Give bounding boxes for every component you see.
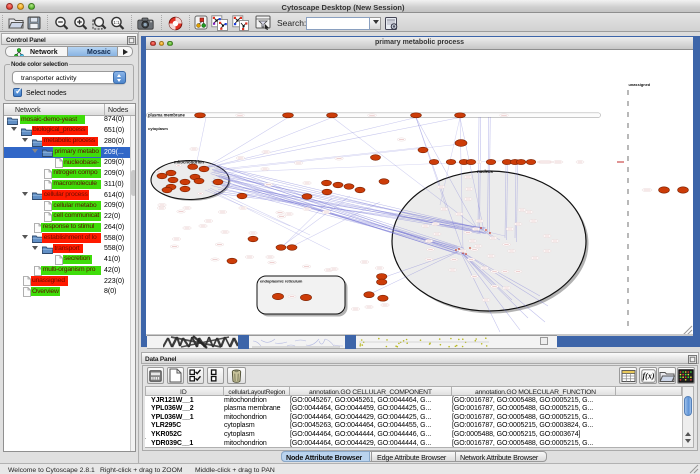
svg-text:cytoplasm: cytoplasm bbox=[148, 126, 168, 131]
svg-text:plasma membrane: plasma membrane bbox=[148, 113, 185, 118]
svg-text:unassigned: unassigned bbox=[629, 82, 651, 87]
svg-text:1:1: 1:1 bbox=[113, 20, 120, 25]
svg-text:mitochondrion: mitochondrion bbox=[174, 160, 204, 165]
svg-text:f(x): f(x) bbox=[643, 372, 655, 381]
svg-text:nucleus: nucleus bbox=[477, 169, 493, 174]
svg-text:endoplasmic reticulum: endoplasmic reticulum bbox=[260, 279, 303, 284]
